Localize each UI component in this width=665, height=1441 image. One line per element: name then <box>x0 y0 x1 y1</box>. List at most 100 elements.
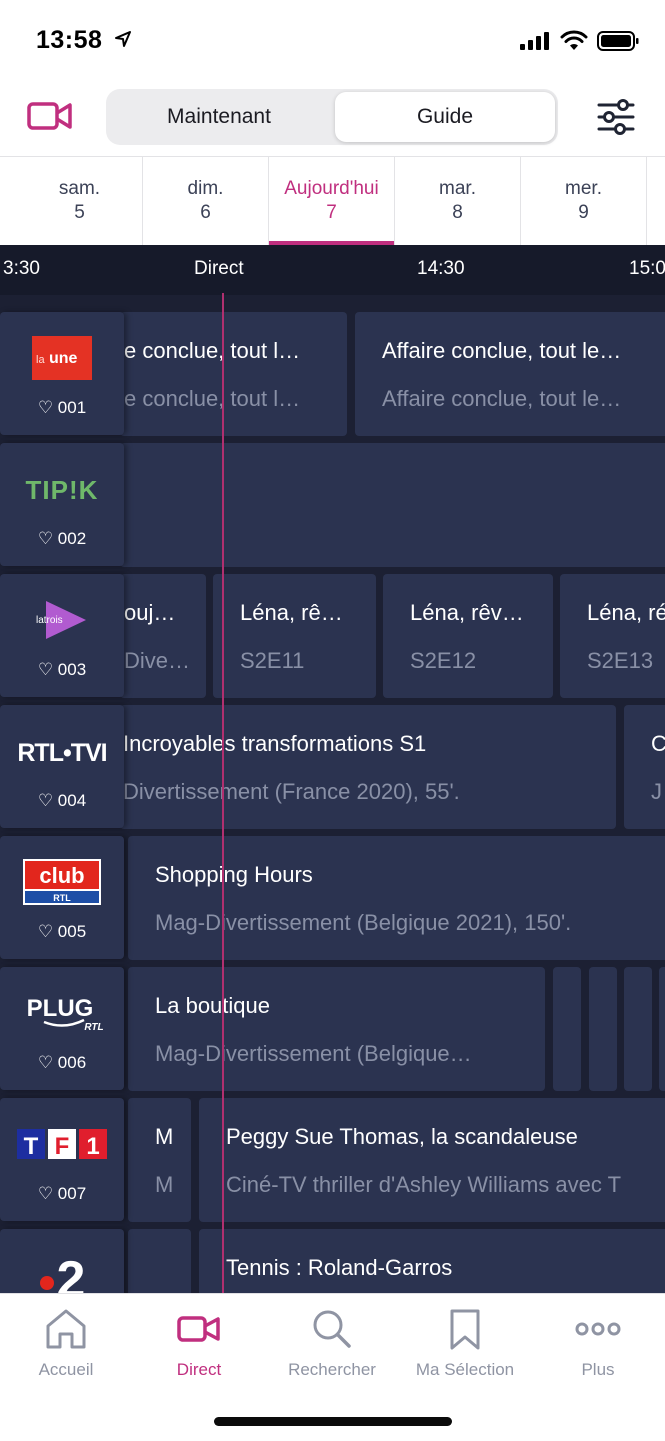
tab-label: Ma Sélection <box>415 1360 515 1379</box>
svg-text:latrois: latrois <box>36 615 63 626</box>
channel-row: TIP!K ♡ 002 <box>0 443 665 567</box>
program-cell[interactable] <box>128 1229 191 1293</box>
channel-club-rtl[interactable]: club RTL ♡ 005 <box>0 836 124 959</box>
location-arrow-icon <box>115 31 131 47</box>
day-today[interactable]: Aujourd'hui 7 <box>269 157 395 245</box>
program-cell[interactable]: Shopping Hours Mag-Divertissement (Belgi… <box>128 836 665 960</box>
channel-plug-rtl[interactable]: PLUG RTL ♡ 006 <box>0 967 124 1090</box>
channel-rtl-tvi[interactable]: RTL•TVI ♡ 004 <box>0 705 124 828</box>
program-cell[interactable] <box>624 967 652 1091</box>
day-selector: sam. 5 dim. 6 Aujourd'hui 7 mar. 8 mer. … <box>0 156 665 245</box>
svg-text:TIP!K: TIP!K <box>26 475 99 505</box>
rtl-tvi-logo: RTL•TVI <box>12 727 112 775</box>
day-name: mer. <box>565 178 602 199</box>
svg-text:la: la <box>36 354 45 366</box>
program-title: La boutique <box>155 993 270 1018</box>
channel-number: ♡ 003 <box>37 660 87 679</box>
program-title: Léna, rê… <box>240 600 343 625</box>
tab-rechercher[interactable]: Rechercher <box>267 1308 397 1388</box>
channel-row: Shopping Hours Mag-Divertissement (Belgi… <box>0 836 665 960</box>
day-sun[interactable]: dim. 6 <box>143 157 269 245</box>
tab-label: Plus <box>581 1360 615 1379</box>
program-cell[interactable] <box>589 967 617 1091</box>
program-cell[interactable]: Incroyables transformations S1 Divertiss… <box>120 705 616 829</box>
program-subtitle: S2E11 <box>240 648 305 673</box>
program-cell[interactable]: C J <box>624 705 665 829</box>
program-cell[interactable]: Léna, rêv… S2E12 <box>383 574 553 698</box>
svg-text:RTL•TVI: RTL•TVI <box>17 739 106 767</box>
tab-accueil[interactable]: Accueil <box>1 1308 131 1388</box>
view-segmented-control: Maintenant Guide <box>106 89 558 145</box>
program-subtitle: Divertissement (France 2020), 55'. <box>123 779 460 804</box>
program-cell[interactable] <box>659 967 665 1091</box>
day-name: sam. <box>58 178 101 199</box>
day-number: 5 <box>74 202 85 223</box>
home-icon <box>46 1309 86 1349</box>
day-name: Aujourd'hui <box>284 178 379 199</box>
video-camera-icon[interactable] <box>26 98 74 134</box>
program-cell[interactable] <box>120 443 665 567</box>
tab-plus[interactable]: Plus <box>533 1308 663 1388</box>
program-cell[interactable]: Léna, ré S2E13 <box>560 574 665 698</box>
channel-row: La boutique Mag-Divertissement (Belgique… <box>0 967 665 1091</box>
tipik-logo: TIP!K <box>12 465 112 513</box>
day-name: mar. <box>439 178 476 199</box>
svg-text:F: F <box>55 1133 70 1160</box>
program-title: Shopping Hours <box>155 862 313 887</box>
tab-direct[interactable]: Direct <box>134 1308 264 1388</box>
la-une-logo: la une <box>12 334 112 382</box>
program-cell[interactable]: e conclue, tout l… e conclue, tout l… <box>120 312 347 436</box>
program-title: Incroyables transformations S1 <box>123 731 427 756</box>
svg-text:2: 2 <box>57 1251 86 1293</box>
tab-label: Rechercher <box>288 1360 376 1379</box>
channel-number: ♡ 005 <box>37 922 87 941</box>
tf1-logo: T F 1 <box>12 1120 112 1168</box>
program-cell[interactable]: Peggy Sue Thomas, la scandaleuse Ciné-TV… <box>199 1098 665 1222</box>
day-tue[interactable]: mar. 8 <box>395 157 521 245</box>
program-cell[interactable]: La boutique Mag-Divertissement (Belgique… <box>128 967 545 1091</box>
france-2-logo: 2 <box>12 1247 112 1293</box>
program-cell[interactable]: Léna, rê… S2E11 <box>213 574 376 698</box>
program-title: C <box>651 731 665 756</box>
day-number: 8 <box>452 202 463 223</box>
timeline: 3:30 Direct 14:30 15:0 <box>0 245 665 295</box>
program-subtitle: S2E12 <box>410 648 477 673</box>
program-cell[interactable]: Tennis : Roland-Garros <box>199 1229 665 1293</box>
channel-tf1[interactable]: T F 1 ♡ 007 <box>0 1098 124 1221</box>
program-title: Affaire conclue, tout le… <box>382 338 622 363</box>
program-subtitle: S2E13 <box>587 648 654 673</box>
program-cell[interactable] <box>553 967 581 1091</box>
more-dots-icon <box>575 1322 621 1336</box>
program-subtitle: Mag-Divertissement (Belgique 2021), 150'… <box>155 910 572 935</box>
channel-la-une[interactable]: la une ♡ 001 <box>0 312 124 435</box>
club-rtl-logo: club RTL <box>12 858 112 906</box>
channel-tipik[interactable]: TIP!K ♡ 002 <box>0 443 124 566</box>
channel-row: Tennis : Roland-Garros 2 <box>0 1229 665 1293</box>
tv-guide-grid[interactable]: 3:30 Direct 14:30 15:0 e conclue, tout l… <box>0 245 665 1293</box>
channel-france-2[interactable]: 2 <box>0 1229 124 1293</box>
day-wed[interactable]: mer. 9 <box>521 157 647 245</box>
program-subtitle: Affaire conclue, tout le… <box>382 386 622 411</box>
program-cell[interactable]: M M <box>128 1098 191 1222</box>
program-title: Peggy Sue Thomas, la scandaleuse <box>226 1124 578 1149</box>
channel-row: Incroyables transformations S1 Divertiss… <box>0 705 665 829</box>
segment-now[interactable]: Maintenant <box>109 92 329 142</box>
tab-ma-selection[interactable]: Ma Sélection <box>400 1308 530 1388</box>
program-cell[interactable]: Affaire conclue, tout le… Affaire conclu… <box>355 312 665 436</box>
filter-sliders-icon[interactable] <box>596 98 636 136</box>
bookmark-icon <box>450 1309 480 1350</box>
search-icon <box>313 1310 351 1348</box>
la-trois-logo: latrois <box>12 596 112 644</box>
status-time: 13:58 <box>36 26 103 54</box>
channel-la-trois[interactable]: latrois ♡ 003 <box>0 574 124 697</box>
program-subtitle: Ciné-TV thriller d'Ashley Williams avec … <box>226 1172 622 1197</box>
program-subtitle: M <box>155 1172 174 1197</box>
status-bar: 13:58 <box>0 0 665 80</box>
program-title: ouj… <box>124 600 176 625</box>
segment-guide[interactable]: Guide <box>335 92 555 142</box>
now-indicator-line <box>222 293 224 1293</box>
program-cell[interactable]: ouj… Dive… <box>120 574 206 698</box>
day-sat[interactable]: sam. 5 <box>17 157 143 245</box>
svg-text:club: club <box>39 863 84 888</box>
time-tick: 3:30 <box>3 258 40 279</box>
